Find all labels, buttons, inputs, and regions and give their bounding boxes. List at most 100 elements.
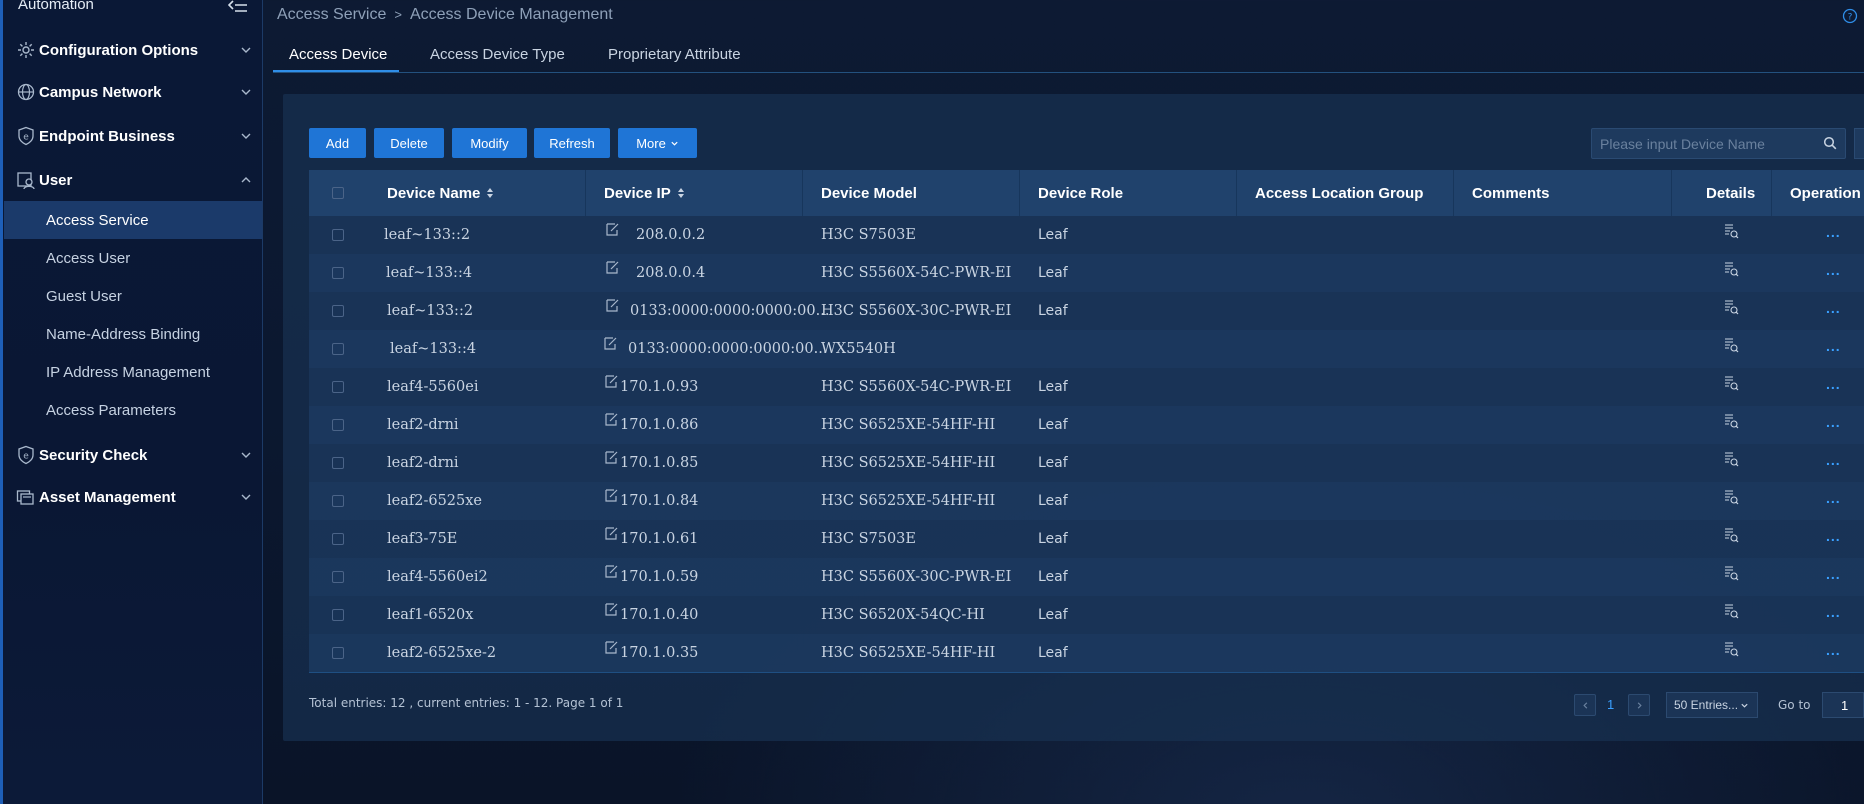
table-row[interactable]: leaf~133::4 208.0.0.4 H3C S5560X-54C-PWR… (309, 254, 1864, 292)
breadcrumb-item-access-service[interactable]: Access Service (277, 6, 386, 23)
sort-icon[interactable] (486, 187, 494, 199)
row-checkbox[interactable] (332, 267, 344, 279)
sidebar-group-endpoint-business[interactable]: e Endpoint Business (0, 118, 262, 154)
edit-icon[interactable] (604, 450, 619, 465)
search-input[interactable] (1598, 134, 1812, 153)
details-icon[interactable] (1723, 565, 1739, 581)
row-checkbox[interactable] (332, 571, 344, 583)
cell-device-ip: 208.0.0.4 (636, 265, 706, 281)
table-row[interactable]: leaf3-75E 170.1.0.61 H3C S7503E Leaf ... (309, 520, 1864, 558)
details-icon[interactable] (1723, 451, 1739, 467)
add-button[interactable]: Add (309, 128, 366, 158)
details-icon[interactable] (1723, 375, 1739, 391)
table-row[interactable]: leaf4-5560ei2 170.1.0.59 H3C S5560X-30C-… (309, 558, 1864, 596)
table-row[interactable]: leaf2-6525xe 170.1.0.84 H3C S6525XE-54HF… (309, 482, 1864, 520)
row-operation-menu[interactable]: ... (1826, 566, 1841, 582)
row-operation-menu[interactable]: ... (1826, 376, 1841, 392)
row-operation-menu[interactable]: ... (1826, 490, 1841, 506)
row-operation-menu[interactable]: ... (1826, 262, 1841, 278)
details-icon[interactable] (1723, 337, 1739, 353)
row-operation-menu[interactable]: ... (1826, 338, 1841, 354)
tab-access-device[interactable]: Access Device (289, 46, 387, 63)
sidebar-item-guest-user[interactable]: Guest User (4, 277, 262, 315)
details-icon[interactable] (1723, 527, 1739, 543)
details-icon[interactable] (1723, 603, 1739, 619)
sidebar-item-name-address-binding[interactable]: Name-Address Binding (4, 315, 262, 353)
details-icon[interactable] (1723, 261, 1739, 277)
sidebar-group-configuration-options[interactable]: Configuration Options (0, 32, 262, 68)
edit-icon[interactable] (604, 640, 619, 655)
row-operation-menu[interactable]: ... (1826, 414, 1841, 430)
tab-access-device-type[interactable]: Access Device Type (430, 46, 565, 63)
chevron-up-icon (241, 177, 251, 183)
advanced-search-toggle[interactable] (1854, 128, 1864, 159)
edit-icon[interactable] (604, 488, 619, 503)
sidebar-item-access-user[interactable]: Access User (4, 239, 262, 277)
column-header-device-name[interactable]: Device Name (387, 170, 494, 216)
modify-button[interactable]: Modify (452, 128, 527, 158)
edit-icon[interactable] (605, 222, 620, 237)
edit-icon[interactable] (603, 336, 618, 351)
current-page-number[interactable]: 1 (1607, 697, 1614, 712)
goto-page-input[interactable]: 1 (1822, 692, 1864, 718)
refresh-button[interactable]: Refresh (534, 128, 610, 158)
table-row[interactable]: leaf~133::4 0133:0000:0000:0000:00... WX… (309, 330, 1864, 368)
edit-icon[interactable] (604, 412, 619, 427)
details-icon[interactable] (1723, 299, 1739, 315)
row-checkbox[interactable] (332, 229, 344, 241)
table-row[interactable]: leaf1-6520x 170.1.0.40 H3C S6520X-54QC-H… (309, 596, 1864, 634)
details-icon[interactable] (1723, 641, 1739, 657)
details-icon[interactable] (1723, 413, 1739, 429)
more-button[interactable]: More (618, 128, 697, 158)
edit-icon[interactable] (604, 564, 619, 579)
next-page-button[interactable] (1628, 694, 1650, 716)
table-row[interactable]: leaf~133::2 0133:0000:0000:0000:00... H3… (309, 292, 1864, 330)
table-row[interactable]: leaf2-drni 170.1.0.86 H3C S6525XE-54HF-H… (309, 406, 1864, 444)
row-checkbox[interactable] (332, 343, 344, 355)
sidebar-group-security-check[interactable]: e Security Check (0, 437, 262, 473)
row-checkbox[interactable] (332, 419, 344, 431)
chevron-down-icon (671, 141, 678, 146)
row-checkbox[interactable] (332, 305, 344, 317)
row-checkbox[interactable] (332, 381, 344, 393)
row-operation-menu[interactable]: ... (1826, 224, 1841, 240)
row-operation-menu[interactable]: ... (1826, 642, 1841, 658)
edit-icon[interactable] (604, 374, 619, 389)
row-checkbox[interactable] (332, 647, 344, 659)
edit-icon[interactable] (605, 260, 620, 275)
sidebar-item-access-service[interactable]: Access Service (4, 201, 262, 239)
table-row[interactable]: leaf4-5560ei 170.1.0.93 H3C S5560X-54C-P… (309, 368, 1864, 406)
sidebar-item-ip-address-management[interactable]: IP Address Management (4, 353, 262, 391)
table-row[interactable]: leaf2-drni 170.1.0.85 H3C S6525XE-54HF-H… (309, 444, 1864, 482)
row-checkbox[interactable] (332, 609, 344, 621)
prev-page-button[interactable] (1574, 694, 1596, 716)
sidebar-item-access-parameters[interactable]: Access Parameters (4, 391, 262, 429)
delete-button[interactable]: Delete (374, 128, 444, 158)
row-operation-menu[interactable]: ... (1826, 528, 1841, 544)
row-operation-menu[interactable]: ... (1826, 452, 1841, 468)
search-icon[interactable] (1823, 136, 1837, 150)
sidebar-group-asset-management[interactable]: Asset Management (0, 479, 262, 515)
edit-icon[interactable] (605, 298, 620, 313)
tab-proprietary-attribute[interactable]: Proprietary Attribute (608, 46, 741, 63)
select-all-checkbox[interactable] (332, 187, 344, 199)
edit-icon[interactable] (604, 526, 619, 541)
sidebar-header: Automation (18, 0, 250, 20)
details-icon[interactable] (1723, 223, 1739, 239)
help-icon[interactable]: ? (1842, 8, 1858, 24)
row-operation-menu[interactable]: ... (1826, 604, 1841, 620)
menu-collapse-icon[interactable] (228, 0, 248, 14)
row-checkbox[interactable] (332, 533, 344, 545)
column-header-device-ip[interactable]: Device IP (604, 170, 685, 216)
table-row[interactable]: leaf2-6525xe-2 170.1.0.35 H3C S6525XE-54… (309, 634, 1864, 672)
details-icon[interactable] (1723, 489, 1739, 505)
edit-icon[interactable] (604, 602, 619, 617)
row-checkbox[interactable] (332, 495, 344, 507)
table-row[interactable]: leaf~133::2 208.0.0.2 H3C S7503E Leaf ..… (309, 216, 1864, 254)
sidebar-group-campus-network[interactable]: Campus Network (0, 74, 262, 110)
row-checkbox[interactable] (332, 457, 344, 469)
row-operation-menu[interactable]: ... (1826, 300, 1841, 316)
sidebar-group-user[interactable]: User (0, 162, 262, 198)
sort-icon[interactable] (677, 187, 685, 199)
page-size-select[interactable]: 50 Entries... (1666, 692, 1758, 718)
